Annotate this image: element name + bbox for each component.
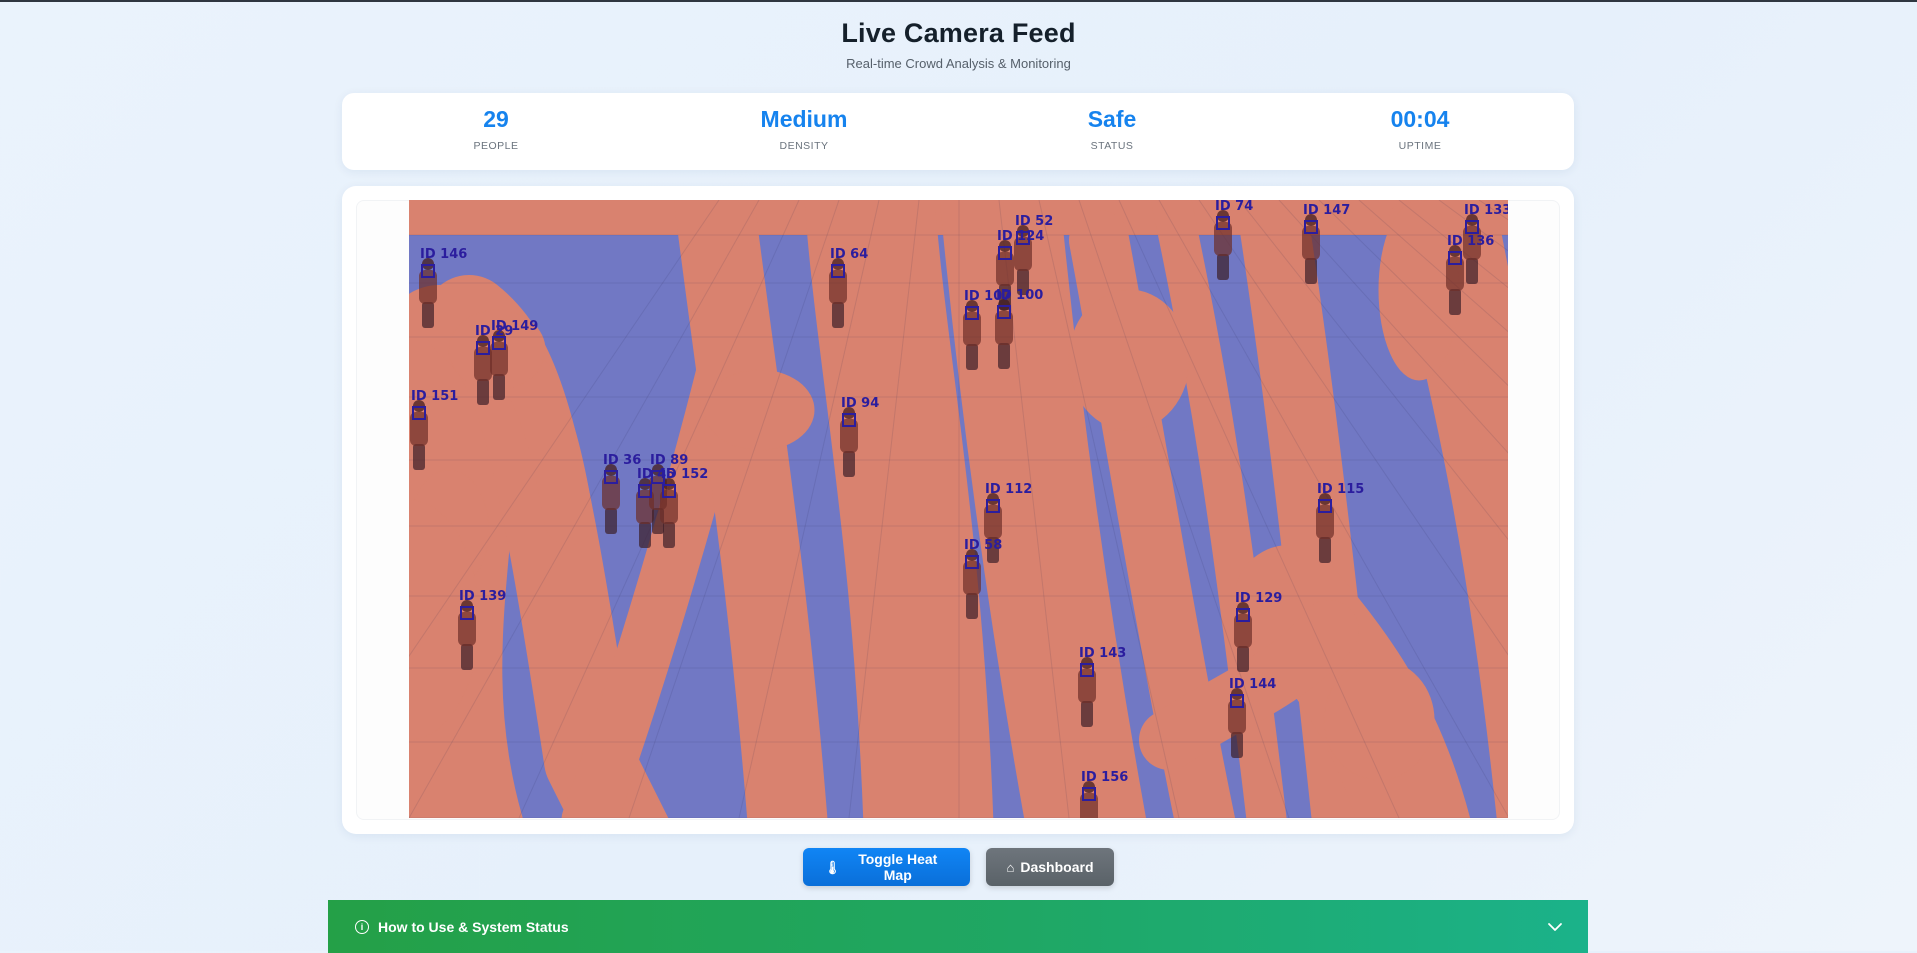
detection-label: ID 124 xyxy=(997,229,1044,244)
heatmap-blob-5 xyxy=(1323,659,1435,781)
thermometer-icon: 🌡 xyxy=(824,859,841,875)
detection-label: ID 147 xyxy=(1303,203,1350,218)
detection-label: ID 94 xyxy=(841,396,879,411)
detection-label: ID 151 xyxy=(411,389,458,404)
stat-label: DENSITY xyxy=(779,140,829,152)
detection-label: ID 136 xyxy=(1447,234,1494,249)
detection-label: ID 139 xyxy=(459,589,506,604)
detection-label: ID 129 xyxy=(1235,591,1282,606)
heatmap-blob-7 xyxy=(703,369,815,451)
toggle-heatmap-button[interactable]: 🌡 Toggle Heat Map xyxy=(803,848,970,886)
stat-value: 29 xyxy=(483,106,509,132)
stat-value: 00:04 xyxy=(1390,106,1450,132)
detection-label: ID 29 xyxy=(475,324,513,339)
stat-uptime: 00:04 UPTIME xyxy=(1266,93,1574,170)
controls: 🌡 Toggle Heat Map ⌂ Dashboard xyxy=(0,848,1917,886)
page-title: Live Camera Feed xyxy=(841,18,1076,48)
detection-label: ID 146 xyxy=(420,247,467,262)
heatmap-blob-4 xyxy=(1068,289,1190,431)
page-subtitle: Real-time Crowd Analysis & Monitoring xyxy=(846,56,1071,71)
stat-value: Safe xyxy=(1087,106,1137,132)
dashboard-label: Dashboard xyxy=(1020,859,1094,875)
camera-feed-frame: ID 146 ID 149 ID 29 ID 151 ID 36 ID 45 ID 89 ID… xyxy=(409,200,1508,818)
stat-density: Medium DENSITY xyxy=(650,93,958,170)
detection-label: ID 36 xyxy=(603,453,641,468)
stat-label: PEOPLE xyxy=(473,140,519,152)
detection-label: ID 112 xyxy=(985,482,1032,497)
detection-label: ID 89 xyxy=(650,453,688,468)
stat-value: Medium xyxy=(760,106,848,132)
detection-label: ID 115 xyxy=(1317,482,1364,497)
detection-label: ID 52 xyxy=(1015,214,1053,229)
stat-people: 29 PEOPLE xyxy=(342,93,650,170)
heatmap-overlay: ID 146ID 149ID 29ID 151ID 36ID 45ID 89ID… xyxy=(409,200,1508,818)
detection-label: ID 58 xyxy=(964,538,1002,553)
detection-label: ID 100 xyxy=(996,288,1043,303)
heatmap-blob-6 xyxy=(1378,200,1460,381)
stat-label: UPTIME xyxy=(1398,140,1442,152)
detection-label: ID 152 xyxy=(661,467,708,482)
home-icon: ⌂ xyxy=(1006,859,1015,875)
info-icon: i xyxy=(355,919,369,934)
dashboard-button[interactable]: ⌂ Dashboard xyxy=(986,848,1114,886)
detection-label: ID 143 xyxy=(1079,646,1126,661)
page-header: Live Camera Feed Real-time Crowd Analysi… xyxy=(0,18,1917,71)
stat-label: STATUS xyxy=(1090,140,1134,152)
heatmap-stream-6 xyxy=(804,200,994,818)
help-status-accordion[interactable]: i How to Use & System Status xyxy=(328,900,1588,953)
detection-label: ID 64 xyxy=(830,247,868,262)
stats-panel: 29 PEOPLE Medium DENSITY Safe STATUS 00:… xyxy=(342,93,1574,170)
detection-label: ID 156 xyxy=(1081,770,1128,785)
chevron-down-icon[interactable] xyxy=(1546,918,1564,936)
help-status-title: How to Use & System Status xyxy=(378,918,569,935)
detection-label: ID 144 xyxy=(1229,677,1276,692)
toggle-heatmap-label: Toggle Heat Map xyxy=(858,851,938,883)
stat-status: Safe STATUS xyxy=(958,93,1266,170)
detection-label: ID 133 xyxy=(1464,203,1508,218)
detection-label: ID 74 xyxy=(1215,200,1253,214)
